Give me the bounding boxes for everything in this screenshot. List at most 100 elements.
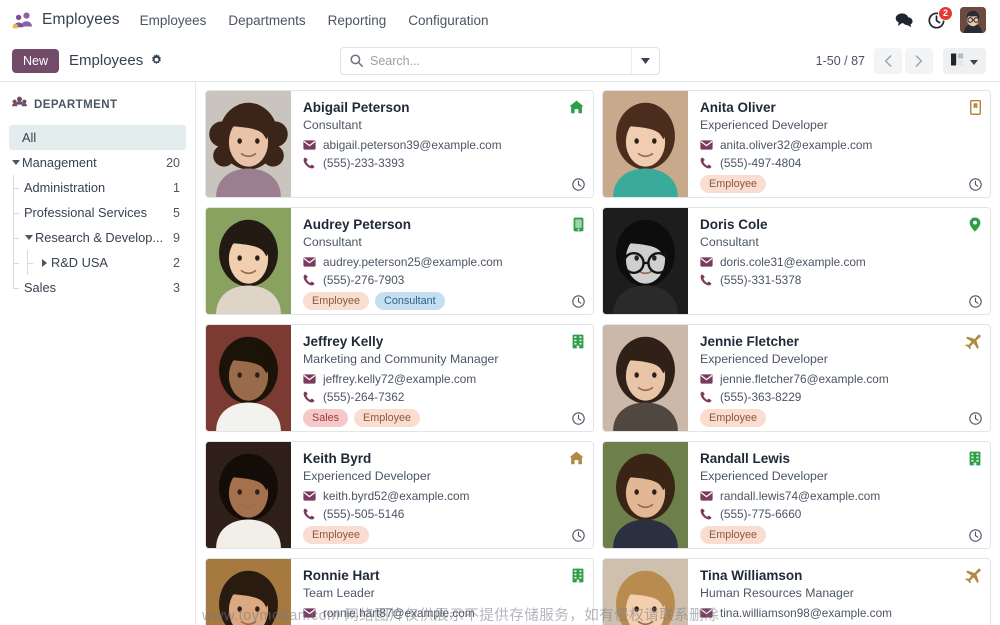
employee-email-row[interactable]: jennie.fletcher76@example.com xyxy=(700,372,980,386)
clock-icon[interactable] xyxy=(969,295,982,308)
tree-connector xyxy=(13,200,24,225)
map-pin-icon[interactable] xyxy=(969,217,981,232)
clock-icon[interactable] xyxy=(572,412,585,425)
employee-email-row[interactable]: audrey.peterson25@example.com xyxy=(303,255,583,269)
plane-icon[interactable] xyxy=(965,334,981,349)
clock-icon[interactable] xyxy=(969,529,982,542)
home-icon[interactable] xyxy=(569,451,584,465)
employee-phone-row[interactable]: (555)-505-5146 xyxy=(303,507,583,521)
search-input[interactable] xyxy=(370,47,631,74)
employee-card[interactable]: Randall Lewis Experienced Developer rand… xyxy=(602,441,991,549)
employee-tags: Employee xyxy=(700,525,980,545)
employee-email: anita.oliver32@example.com xyxy=(720,137,873,152)
employee-phone-row[interactable]: (555)-264-7362 xyxy=(303,390,583,404)
employee-email-row[interactable]: anita.oliver32@example.com xyxy=(700,138,980,152)
clock-icon[interactable] xyxy=(572,295,585,308)
clock-icon[interactable] xyxy=(572,529,585,542)
employee-email-row[interactable]: tina.williamson98@example.com xyxy=(700,606,980,620)
sidebar-item-research-development[interactable]: Research & Develop... 9 xyxy=(9,225,186,250)
employee-photo xyxy=(206,208,291,314)
building-icon[interactable] xyxy=(969,451,981,466)
employee-name[interactable]: Ronnie Hart xyxy=(303,568,583,585)
employee-name[interactable]: Keith Byrd xyxy=(303,451,583,468)
sidebar-item-sales[interactable]: Sales 3 xyxy=(9,275,186,300)
employee-tag[interactable]: Employee xyxy=(700,525,767,545)
chevron-down-icon[interactable] xyxy=(9,160,22,165)
employee-card[interactable]: Audrey Peterson Consultant audrey.peters… xyxy=(205,207,594,315)
employee-card[interactable]: Abigail Peterson Consultant abigail.pete… xyxy=(205,90,594,198)
building-icon[interactable] xyxy=(572,334,584,349)
sidebar-item-label: Management xyxy=(22,155,97,170)
employee-name[interactable]: Abigail Peterson xyxy=(303,100,583,117)
chat-bubble-icon[interactable] xyxy=(895,12,913,28)
employee-card[interactable]: Anita Oliver Experienced Developer anita… xyxy=(602,90,991,198)
activities-menu[interactable]: 2 xyxy=(928,5,953,29)
employee-tag[interactable]: Employee xyxy=(700,408,767,428)
clock-icon[interactable] xyxy=(572,178,585,191)
employee-card[interactable]: Keith Byrd Experienced Developer keith.b… xyxy=(205,441,594,549)
sidebar-item-administration[interactable]: Administration 1 xyxy=(9,175,186,200)
employee-name[interactable]: Audrey Peterson xyxy=(303,217,583,234)
employee-name[interactable]: Anita Oliver xyxy=(700,100,980,117)
sidebar-item-management[interactable]: Management 20 xyxy=(9,150,186,175)
sidebar-item-professional-services[interactable]: Professional Services 5 xyxy=(9,200,186,225)
employee-card[interactable]: Doris Cole Consultant doris.cole31@examp… xyxy=(602,207,991,315)
employee-email-row[interactable]: doris.cole31@example.com xyxy=(700,255,980,269)
employee-email-row[interactable]: ronnie.hart87@example.com xyxy=(303,606,583,620)
view-switcher[interactable] xyxy=(943,47,986,74)
employee-tag[interactable]: Employee xyxy=(303,291,370,311)
employee-phone-row[interactable]: (555)-233-3393 xyxy=(303,156,583,170)
employee-card[interactable]: Jeffrey Kelly Marketing and Community Ma… xyxy=(205,324,594,432)
clock-icon[interactable] xyxy=(969,412,982,425)
user-avatar[interactable] xyxy=(960,7,986,33)
employee-name[interactable]: Jeffrey Kelly xyxy=(303,334,583,351)
nav-item-configuration[interactable]: Configuration xyxy=(408,9,488,32)
employee-card[interactable]: Tina Williamson Human Resources Manager … xyxy=(602,558,991,625)
nav-item-departments[interactable]: Departments xyxy=(228,9,305,32)
employee-email-row[interactable]: abigail.peterson39@example.com xyxy=(303,138,583,152)
employee-email-row[interactable]: randall.lewis74@example.com xyxy=(700,489,980,503)
employee-phone-row[interactable]: (555)-331-5378 xyxy=(700,273,980,287)
employee-email-row[interactable]: keith.byrd52@example.com xyxy=(303,489,583,503)
mobile-icon[interactable] xyxy=(573,217,584,232)
nav-item-employees[interactable]: Employees xyxy=(140,9,207,32)
bookmark-icon[interactable] xyxy=(970,100,981,115)
new-button[interactable]: New xyxy=(12,48,60,73)
employee-email-row[interactable]: jeffrey.kelly72@example.com xyxy=(303,372,583,386)
employee-phone-row[interactable]: (555)-276-7903 xyxy=(303,273,583,287)
app-brand[interactable]: Employees xyxy=(12,11,120,29)
employee-card[interactable]: Jennie Fletcher Experienced Developer je… xyxy=(602,324,991,432)
employee-tag[interactable]: Consultant xyxy=(375,291,445,311)
plane-icon[interactable] xyxy=(965,568,981,583)
tree-connector xyxy=(13,250,22,275)
employee-tag[interactable]: Employee xyxy=(354,408,421,428)
pager-previous-button[interactable] xyxy=(874,47,902,74)
employee-name[interactable]: Tina Williamson xyxy=(700,568,980,585)
clock-icon[interactable] xyxy=(969,178,982,191)
search-dropdown-toggle[interactable] xyxy=(631,47,659,74)
employee-card[interactable]: Ronnie Hart Team Leader ronnie.hart87@ex… xyxy=(205,558,594,625)
pager-next-button[interactable] xyxy=(905,47,933,74)
employee-email: audrey.peterson25@example.com xyxy=(323,254,503,269)
phone-icon xyxy=(303,274,316,286)
employee-phone-row[interactable]: (555)-497-4804 xyxy=(700,156,980,170)
employee-tag[interactable]: Employee xyxy=(700,174,767,194)
employee-name[interactable]: Doris Cole xyxy=(700,217,980,234)
chevron-down-icon[interactable] xyxy=(22,235,35,240)
gear-icon[interactable] xyxy=(150,54,163,67)
employee-phone-row[interactable]: (555)-363-8229 xyxy=(700,390,980,404)
sidebar-item-all[interactable]: All xyxy=(9,125,186,150)
employee-phone-row[interactable]: (555)-775-6660 xyxy=(700,507,980,521)
home-icon[interactable] xyxy=(569,100,584,114)
employee-phone: (555)-233-3393 xyxy=(323,155,405,170)
chevron-right-icon[interactable] xyxy=(38,258,51,267)
sidebar-item-rd-usa[interactable]: R&D USA 2 xyxy=(9,250,186,275)
building-icon[interactable] xyxy=(572,568,584,583)
search-bar[interactable] xyxy=(340,46,660,75)
employee-tags: Employee xyxy=(303,525,583,545)
employee-tag[interactable]: Employee xyxy=(303,525,370,545)
employee-name[interactable]: Randall Lewis xyxy=(700,451,980,468)
nav-item-reporting[interactable]: Reporting xyxy=(328,9,387,32)
employee-name[interactable]: Jennie Fletcher xyxy=(700,334,980,351)
employee-tag[interactable]: Sales xyxy=(303,408,349,428)
